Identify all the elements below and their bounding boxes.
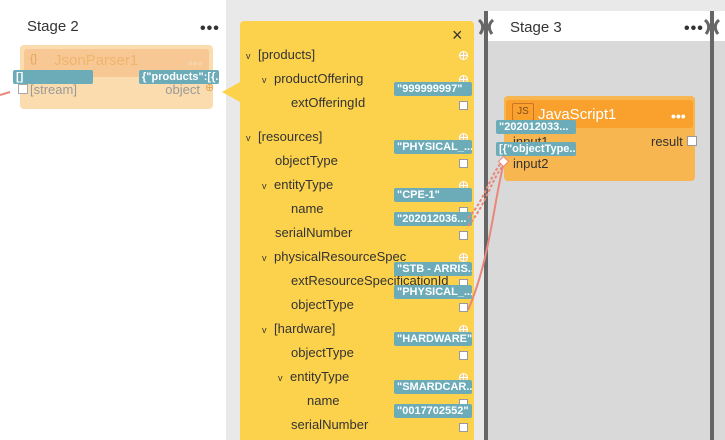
wire-serial-to-input2 <box>467 161 503 219</box>
wire-objecttype-to-input2 <box>467 161 505 311</box>
wire-layer <box>467 155 510 311</box>
